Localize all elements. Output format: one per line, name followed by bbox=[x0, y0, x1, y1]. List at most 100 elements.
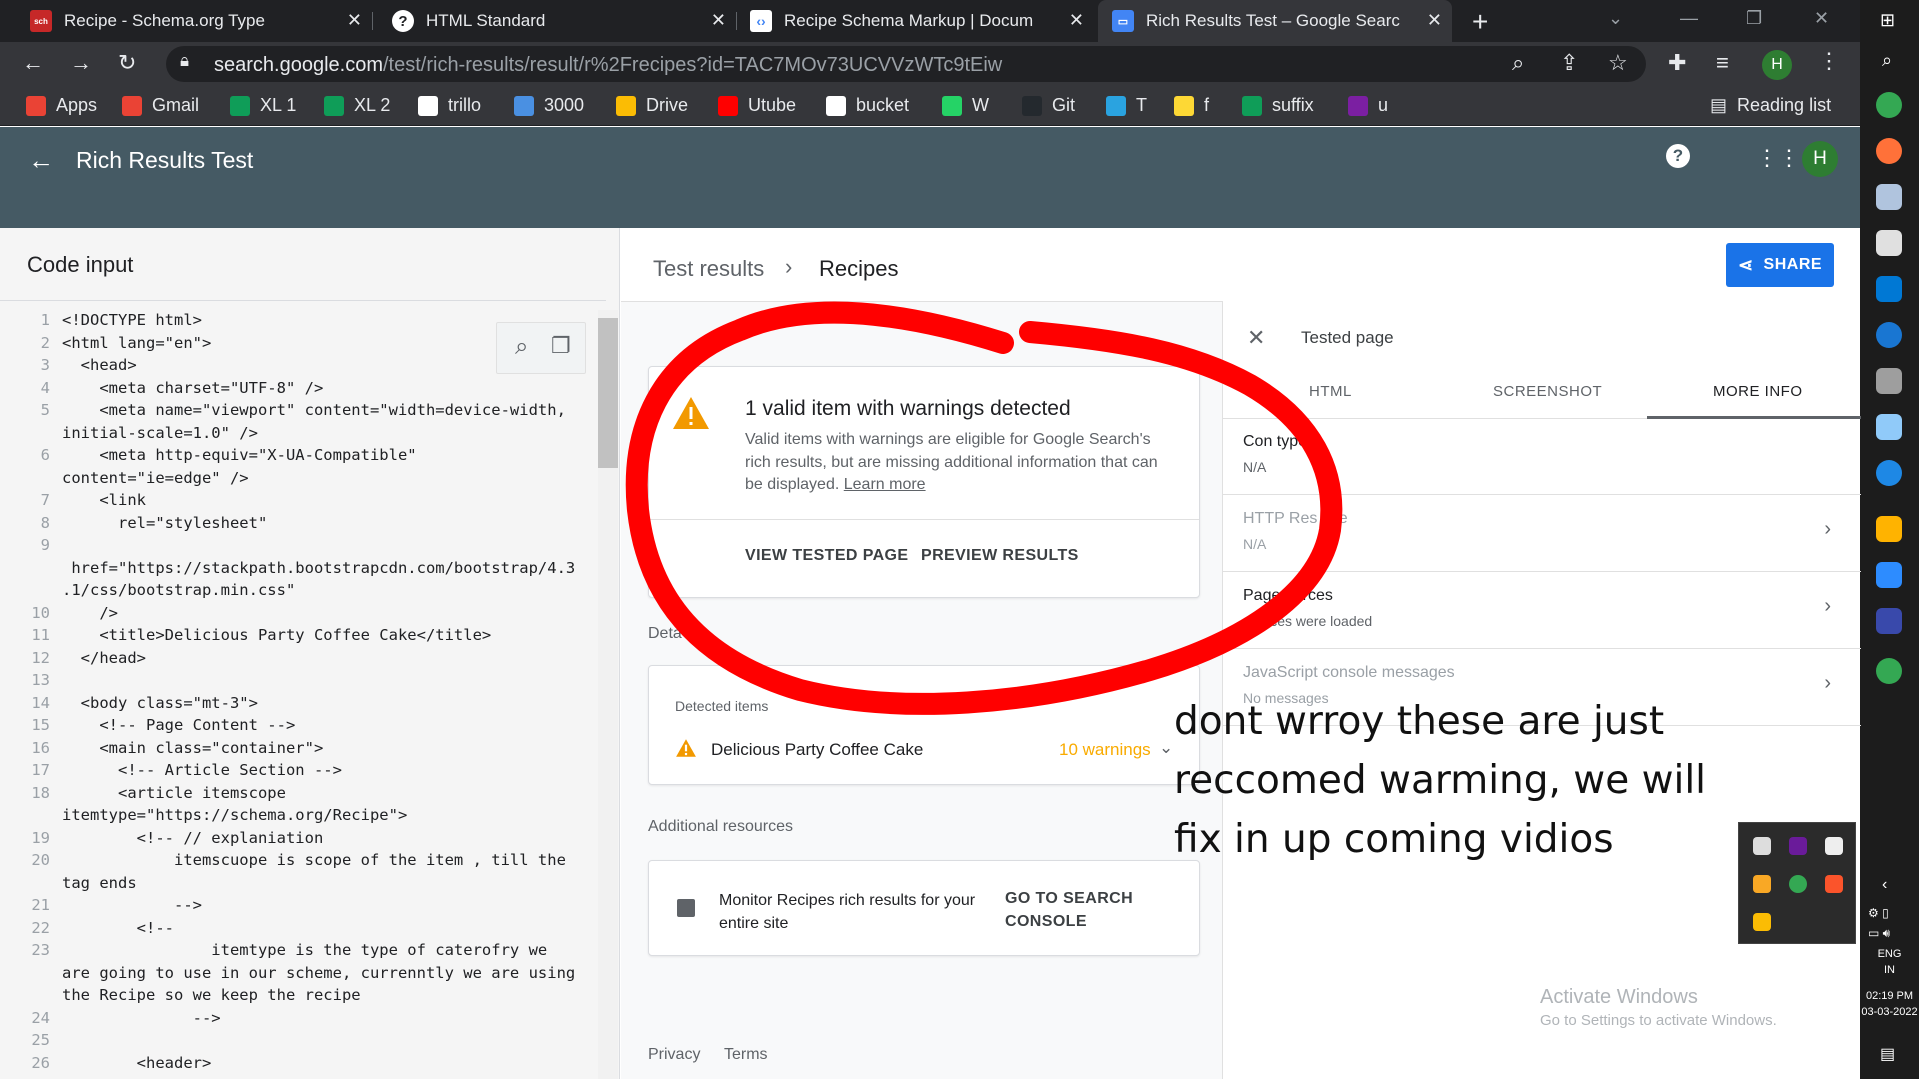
preview-results-button[interactable]: PREVIEW RESULTS bbox=[921, 547, 1079, 565]
privacy-link[interactable]: Privacy bbox=[648, 1046, 700, 1064]
code-scrollbar-thumb[interactable] bbox=[598, 318, 618, 468]
bookmark-drive[interactable]: Drive bbox=[616, 95, 688, 116]
tab-search-icon[interactable]: ⌄ bbox=[1608, 8, 1623, 29]
bookmark-t[interactable]: T bbox=[1106, 95, 1147, 116]
restore-button[interactable]: ❐ bbox=[1746, 8, 1762, 29]
chevron-right-icon[interactable]: › bbox=[1824, 595, 1831, 618]
bookmark-suffix[interactable]: suffix bbox=[1242, 95, 1314, 116]
bookmark-xl-1[interactable]: XL 1 bbox=[230, 95, 296, 116]
go-to-search-console-button[interactable]: GO TO SEARCH CONSOLE bbox=[1005, 887, 1135, 933]
network-icon[interactable]: ⚙ ▯ bbox=[1868, 906, 1889, 920]
info-row[interactable]: HTTP Res nse N/A › bbox=[1223, 496, 1861, 572]
line-text: <link bbox=[62, 491, 146, 509]
system-clock[interactable]: 02:19 PM 03-03-2022 bbox=[1860, 988, 1919, 1020]
back-icon[interactable]: ← bbox=[22, 50, 44, 76]
line-number: 23 bbox=[31, 941, 50, 959]
volume-icon[interactable]: ▭ 🔊︎ bbox=[1868, 926, 1890, 941]
zoom-taskbar-icon[interactable] bbox=[1876, 562, 1902, 588]
bookmark-w[interactable]: W bbox=[942, 95, 989, 116]
file-explorer-taskbar-icon[interactable] bbox=[1876, 516, 1902, 542]
notifications-icon[interactable]: ▤ bbox=[1880, 1044, 1895, 1064]
tab-html[interactable]: HTML bbox=[1309, 383, 1352, 400]
help-icon[interactable]: ? bbox=[1666, 144, 1690, 168]
media-control-icon[interactable]: ≡ bbox=[1716, 50, 1729, 76]
app-taskbar-icon[interactable] bbox=[1876, 184, 1902, 210]
chrome-taskbar-icon[interactable] bbox=[1876, 92, 1902, 118]
profile-avatar[interactable]: H bbox=[1762, 50, 1792, 80]
app-taskbar-icon[interactable] bbox=[1876, 368, 1902, 394]
chrome-icon[interactable] bbox=[1789, 875, 1807, 893]
account-avatar[interactable]: H bbox=[1802, 141, 1838, 177]
menu-icon[interactable]: ⋮ bbox=[1818, 48, 1840, 74]
mouse-icon[interactable] bbox=[1825, 837, 1843, 855]
close-icon[interactable]: ✕ bbox=[711, 10, 726, 31]
bookmark-trillo[interactable]: trillo bbox=[418, 95, 481, 116]
chevron-right-icon[interactable]: › bbox=[1824, 672, 1831, 695]
notes-taskbar-icon[interactable] bbox=[1876, 414, 1902, 440]
close-icon[interactable]: ✕ bbox=[1427, 10, 1442, 31]
bookmark-apps[interactable]: Apps bbox=[26, 95, 97, 116]
image-app-taskbar-icon[interactable] bbox=[1876, 230, 1902, 256]
bookmark-git[interactable]: Git bbox=[1022, 95, 1075, 116]
input-language[interactable]: ENG IN bbox=[1860, 946, 1919, 978]
pen-app-icon[interactable] bbox=[1789, 837, 1807, 855]
share-page-icon[interactable]: ⇪ bbox=[1560, 50, 1578, 76]
chrome-profile-taskbar-icon[interactable] bbox=[1876, 658, 1902, 684]
new-tab-button[interactable]: + bbox=[1472, 6, 1488, 38]
minimize-button[interactable]: — bbox=[1680, 8, 1698, 29]
bookmark-utube[interactable]: Utube bbox=[718, 95, 796, 116]
code-editor[interactable]: 1 <!DOCTYPE html> 2 <html lang="en"> 3 <head… bbox=[0, 300, 606, 1079]
chevron-down-icon[interactable]: ⌄ bbox=[1159, 738, 1173, 758]
tab-more-info[interactable]: MORE INFO bbox=[1713, 383, 1803, 400]
tab-recipe-schema-docs[interactable]: ‹› Recipe Schema Markup | Docum ✕ bbox=[738, 0, 1094, 42]
learn-more-link[interactable]: Learn more bbox=[844, 476, 926, 493]
back-arrow-icon[interactable]: ← bbox=[28, 145, 54, 176]
search-icon[interactable]: ⌕ bbox=[515, 333, 528, 361]
close-icon[interactable]: ✕ bbox=[1247, 325, 1265, 351]
chevron-right-icon[interactable]: › bbox=[1824, 518, 1831, 541]
security-icon[interactable] bbox=[1753, 875, 1771, 893]
brave-icon[interactable] bbox=[1825, 875, 1843, 893]
reload-icon[interactable]: ↻ bbox=[118, 50, 136, 76]
edge-taskbar-icon[interactable] bbox=[1876, 460, 1902, 486]
reading-list-button[interactable]: ▤ Reading list bbox=[1710, 95, 1831, 116]
warnings-count[interactable]: 10 warnings bbox=[1059, 740, 1151, 760]
windows-start-icon[interactable]: ⊞ bbox=[1880, 10, 1895, 31]
chevron-up-icon[interactable]: ‹ bbox=[1882, 876, 1887, 894]
search-icon[interactable]: ⌕ bbox=[1882, 50, 1892, 71]
tab-schema-org[interactable]: sch Recipe - Schema.org Type ✕ bbox=[0, 0, 372, 42]
breadcrumb-test-results[interactable]: Test results bbox=[653, 256, 764, 282]
maps-taskbar-icon[interactable] bbox=[1876, 322, 1902, 348]
vscode-taskbar-icon[interactable] bbox=[1876, 276, 1902, 302]
bookmark-star-icon[interactable]: ☆ bbox=[1608, 50, 1628, 76]
url-text[interactable]: search.google.com/test/rich-results/resu… bbox=[214, 54, 1002, 77]
view-tested-page-button[interactable]: VIEW TESTED PAGE bbox=[745, 547, 908, 565]
close-icon[interactable]: ✕ bbox=[347, 10, 362, 31]
close-window-button[interactable]: ✕ bbox=[1814, 8, 1829, 29]
tab-screenshot[interactable]: SCREENSHOT bbox=[1493, 383, 1602, 400]
tab-rich-results-test[interactable]: ▭ Rich Results Test – Google Searc ✕ bbox=[1098, 0, 1452, 42]
mouse-cursor-icon[interactable] bbox=[1753, 837, 1771, 855]
windows-taskbar: ⊞ ⌕ ‹ ⚙ ▯ ▭ 🔊︎ ▤ bbox=[1860, 0, 1919, 1079]
firefox-taskbar-icon[interactable] bbox=[1876, 138, 1902, 164]
share-button[interactable]: ⋖ SHARE bbox=[1726, 243, 1834, 287]
drive-icon[interactable] bbox=[1753, 913, 1771, 931]
info-row-value: N/A bbox=[1243, 536, 1267, 552]
bookmark-3000[interactable]: 3000 bbox=[514, 95, 584, 116]
bookmark-gmail[interactable]: Gmail bbox=[122, 95, 199, 116]
bookmark-f[interactable]: f bbox=[1174, 95, 1209, 116]
bookmark-bucket[interactable]: bucket bbox=[826, 95, 909, 116]
copy-icon[interactable]: ❐ bbox=[551, 333, 571, 359]
jetbrains-taskbar-icon[interactable] bbox=[1876, 608, 1902, 634]
bookmark-xl-2[interactable]: XL 2 bbox=[324, 95, 390, 116]
terms-link[interactable]: Terms bbox=[724, 1046, 768, 1064]
forward-icon[interactable]: → bbox=[70, 50, 92, 76]
tab-html-standard[interactable]: ? HTML Standard ✕ bbox=[374, 0, 736, 42]
info-row[interactable]: Page ources sources were loaded › bbox=[1223, 573, 1861, 649]
close-icon[interactable]: ✕ bbox=[1069, 10, 1084, 31]
bookmark-u[interactable]: u bbox=[1348, 95, 1388, 116]
extensions-icon[interactable]: ✚ bbox=[1668, 50, 1686, 76]
detected-item-name[interactable]: Delicious Party Coffee Cake bbox=[711, 740, 923, 760]
zoom-icon[interactable]: ⌕ bbox=[1512, 50, 1524, 76]
lock-icon[interactable]: 🔒︎ bbox=[180, 51, 189, 71]
